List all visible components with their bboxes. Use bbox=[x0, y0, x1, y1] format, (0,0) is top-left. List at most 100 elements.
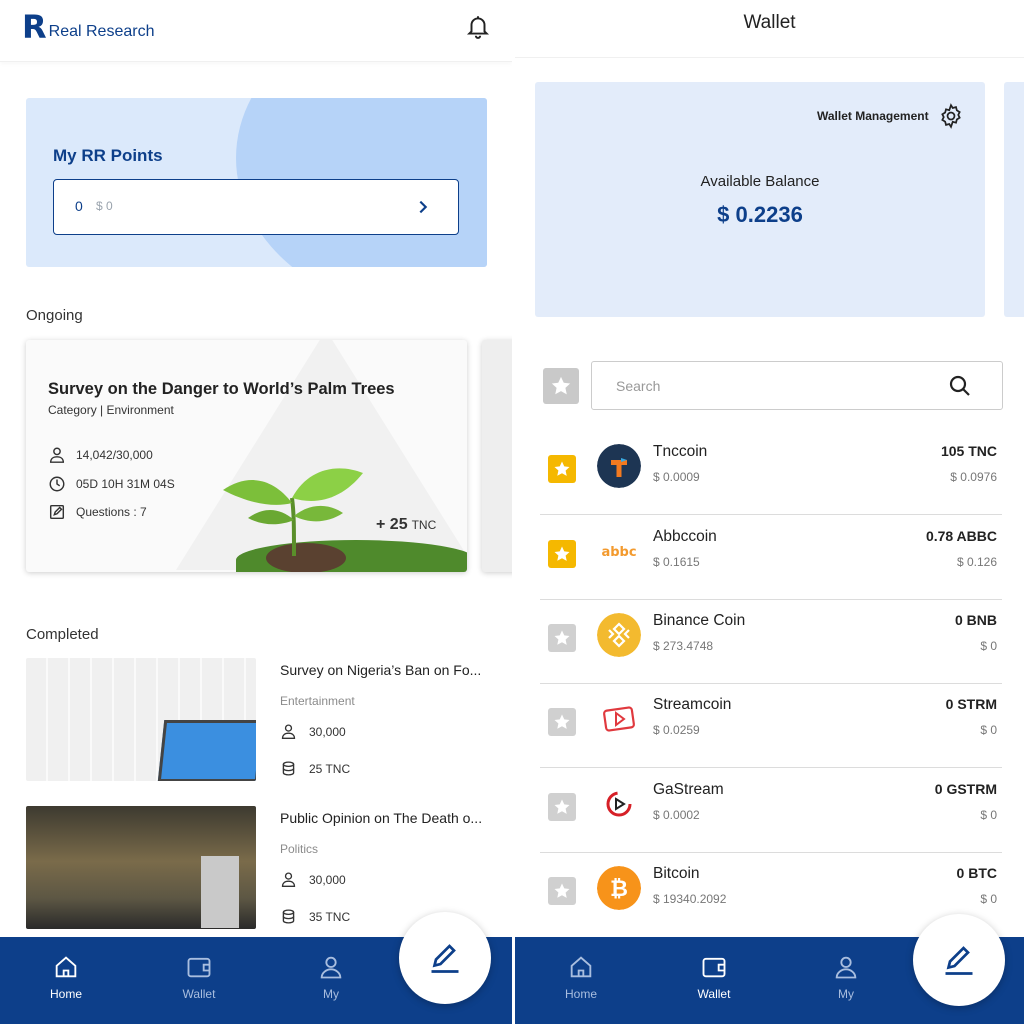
reward-value: 25 TNC bbox=[309, 761, 351, 776]
nav-wallet-label: Wallet bbox=[182, 987, 216, 1001]
pencil-icon bbox=[431, 944, 459, 973]
coin-amount: 0 STRM bbox=[945, 696, 997, 712]
coin-stack-icon bbox=[282, 909, 295, 924]
completed-survey-title: Public Opinion on The Death o... bbox=[280, 810, 483, 826]
chevron-right-icon bbox=[419, 200, 428, 214]
home-icon bbox=[570, 956, 592, 978]
person-icon bbox=[49, 447, 65, 463]
points-usd-value: $ 0 bbox=[96, 199, 113, 213]
coin-name: Streamcoin bbox=[653, 696, 732, 713]
survey-thumbnail bbox=[26, 806, 256, 929]
search-placeholder: Search bbox=[616, 378, 661, 394]
survey-thumbnail bbox=[26, 658, 256, 781]
thumbnail-art bbox=[201, 856, 239, 928]
coin-row[interactable]: Streamcoin $ 0.0259 0 STRM $ 0 bbox=[540, 683, 1002, 768]
survey-title: Survey on the Danger to World’s Palm Tre… bbox=[48, 380, 395, 398]
coin-value: $ 0 bbox=[980, 892, 997, 906]
balance-card: Wallet Management Available Balance $ 0.… bbox=[535, 82, 985, 317]
favorite-toggle[interactable] bbox=[548, 708, 576, 736]
brand-logo[interactable]: R Real Research bbox=[22, 8, 155, 46]
points-title: My RR Points bbox=[53, 146, 163, 165]
wallet-management-label[interactable]: Wallet Management bbox=[817, 109, 929, 123]
next-balance-card[interactable] bbox=[1004, 82, 1024, 317]
coin-name: Bitcoin bbox=[653, 865, 700, 882]
nav-my[interactable]: My bbox=[806, 953, 886, 1001]
rr-logo-mark: R bbox=[22, 8, 47, 46]
star-icon bbox=[554, 461, 570, 476]
coin-amount: 0.78 ABBC bbox=[925, 528, 997, 544]
favorite-toggle[interactable] bbox=[548, 877, 576, 905]
completed-survey-title: Survey on Nigeria’s Ban on Fo... bbox=[280, 662, 482, 678]
favorites-filter-button[interactable] bbox=[543, 368, 579, 404]
favorite-toggle[interactable] bbox=[548, 455, 576, 483]
star-icon bbox=[554, 883, 570, 898]
coin-price: $ 0.1615 bbox=[653, 555, 700, 569]
nav-home[interactable]: Home bbox=[26, 953, 106, 1001]
reward-stat: 35 TNC bbox=[280, 908, 350, 925]
favorite-toggle[interactable] bbox=[548, 540, 576, 568]
thumbnail-art bbox=[157, 720, 256, 781]
coin-price: $ 19340.2092 bbox=[653, 892, 727, 906]
completed-survey-item[interactable]: Public Opinion on The Death o... Politic… bbox=[26, 806, 506, 930]
search-input[interactable]: Search bbox=[591, 361, 1003, 410]
coin-amount: 0 BNB bbox=[954, 612, 997, 628]
home-icon bbox=[55, 956, 77, 978]
binance-coin-icon bbox=[597, 613, 641, 657]
coin-row[interactable]: abbc Abbccoin $ 0.1615 0.78 ABBC $ 0.126 bbox=[540, 515, 1002, 600]
create-survey-button[interactable] bbox=[913, 914, 1005, 1006]
participants-count: 14,042/30,000 bbox=[76, 448, 153, 462]
participants-stat: 14,042/30,000 bbox=[48, 446, 153, 464]
coin-amount: 0 GSTRM bbox=[934, 781, 997, 797]
page-title: Wallet bbox=[743, 12, 796, 33]
star-icon bbox=[554, 714, 570, 729]
ongoing-label: Ongoing bbox=[26, 307, 83, 324]
coin-name: Abbccoin bbox=[653, 528, 717, 545]
coin-value: $ 0 bbox=[980, 808, 997, 822]
pencil-icon bbox=[945, 946, 973, 975]
participants-stat: 30,000 bbox=[280, 723, 346, 740]
favorite-toggle[interactable] bbox=[548, 624, 576, 652]
edit-square-icon bbox=[49, 504, 65, 520]
points-box[interactable]: 0 $ 0 bbox=[53, 179, 459, 235]
coin-price: $ 0.0002 bbox=[653, 808, 700, 822]
questions-stat: Questions : 7 bbox=[48, 503, 147, 521]
create-survey-button[interactable] bbox=[399, 912, 491, 1004]
favorite-toggle[interactable] bbox=[548, 793, 576, 821]
wallet-screen: Wallet Wallet Management Available Balan… bbox=[515, 0, 1024, 1024]
nav-my-label: My bbox=[323, 987, 339, 1001]
reward-value: 35 TNC bbox=[309, 909, 351, 924]
gastream-icon bbox=[597, 782, 641, 826]
nav-my[interactable]: My bbox=[291, 953, 371, 1001]
abbccoin-icon: abbc bbox=[597, 529, 641, 573]
next-survey-card[interactable] bbox=[482, 340, 512, 572]
wallet-icon bbox=[187, 957, 211, 978]
participants-stat: 30,000 bbox=[280, 871, 346, 888]
survey-category: Category | Environment bbox=[48, 403, 174, 417]
coin-row[interactable]: Binance Coin $ 273.4748 0 BNB $ 0 bbox=[540, 599, 1002, 684]
bell-icon[interactable] bbox=[465, 13, 491, 39]
reward-unit: TNC bbox=[411, 518, 437, 532]
available-balance-label: Available Balance bbox=[700, 173, 820, 190]
completed-survey-item[interactable]: Survey on Nigeria’s Ban on Fo... Enterta… bbox=[26, 658, 506, 782]
person-icon bbox=[281, 724, 296, 739]
completed-survey-category: Entertainment bbox=[280, 694, 355, 708]
nav-wallet[interactable]: Wallet bbox=[159, 953, 239, 1001]
search-icon[interactable] bbox=[948, 374, 972, 398]
home-header: R Real Research bbox=[0, 0, 512, 62]
reward-amount: + 25 bbox=[376, 516, 408, 533]
gear-icon[interactable] bbox=[938, 103, 964, 129]
nav-wallet[interactable]: Wallet bbox=[674, 953, 754, 1001]
brand-name: Real Research bbox=[48, 23, 155, 40]
survey-reward: + 25 TNC bbox=[376, 516, 436, 534]
coin-row[interactable]: Tnccoin $ 0.0009 105 TNC $ 0.0976 bbox=[540, 430, 1002, 515]
ongoing-survey-card[interactable]: Survey on the Danger to World’s Palm Tre… bbox=[26, 340, 467, 572]
coin-row[interactable]: GaStream $ 0.0002 0 GSTRM $ 0 bbox=[540, 768, 1002, 853]
coin-name: GaStream bbox=[653, 781, 724, 798]
tnccoin-icon bbox=[597, 444, 641, 488]
nav-home[interactable]: Home bbox=[541, 953, 621, 1001]
star-icon bbox=[554, 630, 570, 645]
streamcoin-icon bbox=[597, 697, 641, 741]
svg-text:₿: ₿ bbox=[610, 877, 628, 902]
participants-count: 30,000 bbox=[309, 724, 346, 739]
coin-stack-icon bbox=[282, 761, 295, 776]
